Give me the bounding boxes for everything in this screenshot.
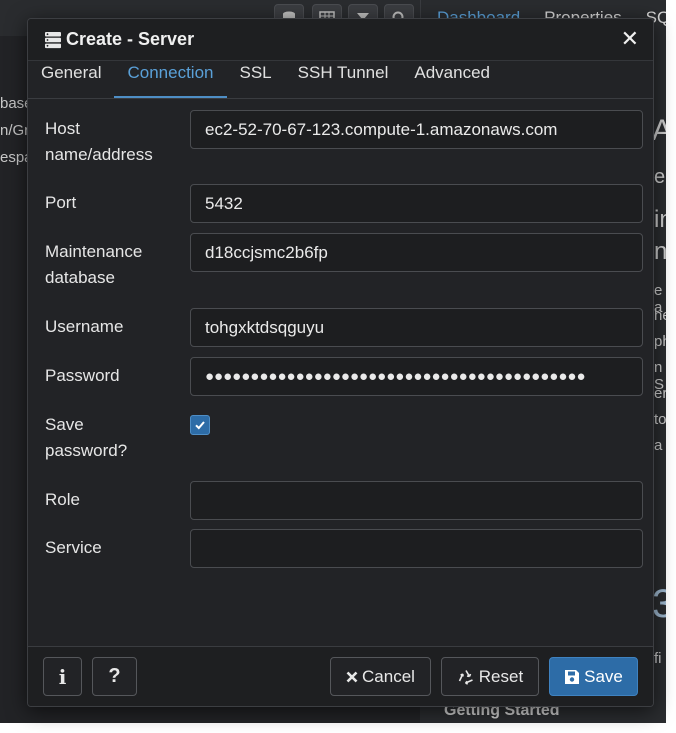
recycle-icon [457,669,475,685]
dashboard-fragment: fi [654,650,662,667]
dashboard-fragment: a [654,437,663,454]
create-server-dialog: Create - Server ✕ General Connection SSL… [27,18,654,707]
port-field[interactable]: 5432 [190,184,643,223]
service-label: Service [45,538,102,557]
floppy-disk-icon [564,669,580,685]
maintenance-db-label-line2: database [45,268,115,287]
save-button[interactable]: Save [549,657,638,696]
dashboard-fragment: A [652,114,666,147]
username-label: Username [45,317,124,336]
cancel-button[interactable]: Cancel [330,657,431,696]
save-password-label: Save password? [45,412,127,464]
dashboard-fragment: he [654,307,666,324]
tab-ssl[interactable]: SSL [227,60,285,98]
role-field[interactable] [190,481,643,520]
password-field[interactable]: ●●●●●●●●●●●●●●●●●●●●●●●●●●●●●●●●●●●●●●●●… [190,357,643,396]
host-label: Host name/address [45,116,153,168]
dashboard-fragment: to [654,411,666,428]
save-password-label-line2: password? [45,441,128,460]
dashboard-fragment: in [654,206,666,233]
dashboard-fragment: 3 [652,582,666,626]
tab-advanced[interactable]: Advanced [401,60,503,98]
cancel-label: Cancel [362,666,415,686]
dialog-header[interactable]: Create - Server ✕ [28,19,653,61]
host-field[interactable]: ec2-52-70-67-123.compute-1.amazonaws.com [190,110,643,149]
host-label-line1: Host [45,119,80,138]
password-label: Password [45,366,120,385]
role-label: Role [45,490,80,509]
dashboard-fragment: n [654,238,666,265]
maintenance-db-label-line1: Maintenance [45,242,143,261]
tab-ssh-tunnel[interactable]: SSH Tunnel [285,60,402,98]
close-icon [346,671,358,683]
username-field[interactable]: tohgxktdsqguyu [190,308,643,347]
dialog-footer: i ? Cancel Reset Save [28,646,653,706]
help-button[interactable]: ? [92,657,137,696]
dashboard-fragment: er [654,385,666,402]
dashboard-fragment: ph [654,333,666,350]
host-label-line2: name/address [45,145,153,164]
server-icon [44,31,62,49]
close-icon[interactable]: ✕ [621,28,639,50]
maintenance-db-label: Maintenance database [45,239,142,291]
port-label: Port [45,193,77,212]
info-button[interactable]: i [43,657,82,696]
dashboard-fragment: er [654,166,666,188]
reset-label: Reset [478,666,524,686]
reset-button[interactable]: Reset [441,657,539,696]
save-password-checkbox[interactable] [190,415,210,435]
check-icon [195,421,205,430]
dialog-tabs: General Connection SSL SSH Tunnel Advanc… [28,61,653,99]
tab-connection[interactable]: Connection [114,60,227,98]
save-label: Save [584,666,623,686]
maintenance-db-field[interactable]: d18ccjsmc2b6fp [190,233,643,272]
save-password-label-line1: Save [45,415,84,434]
info-icon: i [58,664,67,689]
tab-general[interactable]: General [28,60,114,98]
service-field[interactable] [190,529,643,568]
dialog-title: Create - Server [66,29,195,49]
